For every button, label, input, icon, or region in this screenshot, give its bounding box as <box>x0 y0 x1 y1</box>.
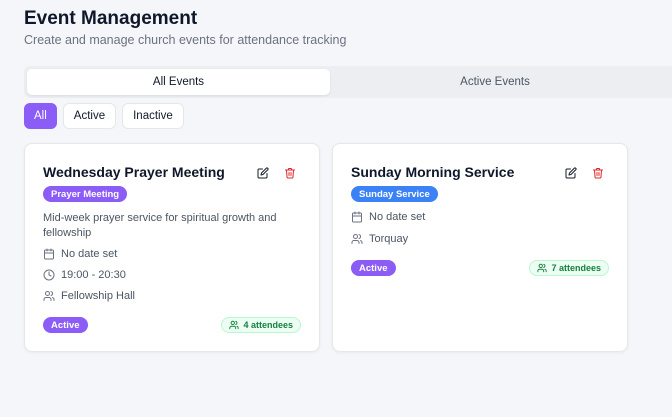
status-badge: Active <box>351 260 396 276</box>
attendees-badge: 7 attendees <box>529 260 609 276</box>
event-date: No date set <box>369 211 426 223</box>
event-tabs: All Events Active Events <box>24 66 672 98</box>
filter-all-button[interactable]: All <box>24 103 57 129</box>
event-time-row: 19:00 - 20:30 <box>43 269 126 281</box>
clock-icon <box>43 269 55 281</box>
filter-active-button[interactable]: Active <box>62 103 117 129</box>
edit-icon[interactable] <box>564 166 578 180</box>
event-card: Sunday Morning Service Sunday Service No… <box>332 143 628 352</box>
status-filter-group: All Active Inactive <box>24 103 184 129</box>
event-title: Wednesday Prayer Meeting <box>43 164 225 180</box>
users-icon <box>229 320 240 330</box>
event-title: Sunday Morning Service <box>351 164 515 180</box>
delete-icon[interactable] <box>283 166 297 180</box>
users-icon <box>537 263 548 273</box>
event-card: Wednesday Prayer Meeting Prayer Meeting … <box>24 143 320 352</box>
users-icon <box>43 291 55 301</box>
event-location-row: Fellowship Hall <box>43 290 135 302</box>
tab-active-events[interactable]: Active Events <box>330 69 660 95</box>
event-date: No date set <box>61 248 118 260</box>
page-title: Event Management <box>24 8 198 29</box>
calendar-icon <box>44 248 54 260</box>
event-type-badge: Prayer Meeting <box>43 186 128 202</box>
calendar-icon <box>352 211 362 223</box>
attendees-badge: 4 attendees <box>221 317 301 333</box>
event-location-row: Torquay <box>351 233 408 245</box>
delete-icon[interactable] <box>591 166 605 180</box>
attendees-count: 4 attendees <box>243 320 293 330</box>
filter-inactive-button[interactable]: Inactive <box>122 103 184 129</box>
users-icon <box>351 234 363 244</box>
status-badge: Active <box>43 317 88 333</box>
event-location: Torquay <box>369 233 409 245</box>
event-date-row: No date set <box>351 211 425 223</box>
event-time: 19:00 - 20:30 <box>61 269 126 281</box>
event-location: Fellowship Hall <box>61 290 135 302</box>
event-description: Mid-week prayer service for spiritual gr… <box>43 212 277 239</box>
event-date-row: No date set <box>43 248 117 260</box>
tab-all-events[interactable]: All Events <box>27 69 330 95</box>
page-subtitle: Create and manage church events for atte… <box>24 33 347 47</box>
event-type-badge: Sunday Service <box>351 186 438 202</box>
edit-icon[interactable] <box>256 166 270 180</box>
attendees-count: 7 attendees <box>551 263 601 273</box>
